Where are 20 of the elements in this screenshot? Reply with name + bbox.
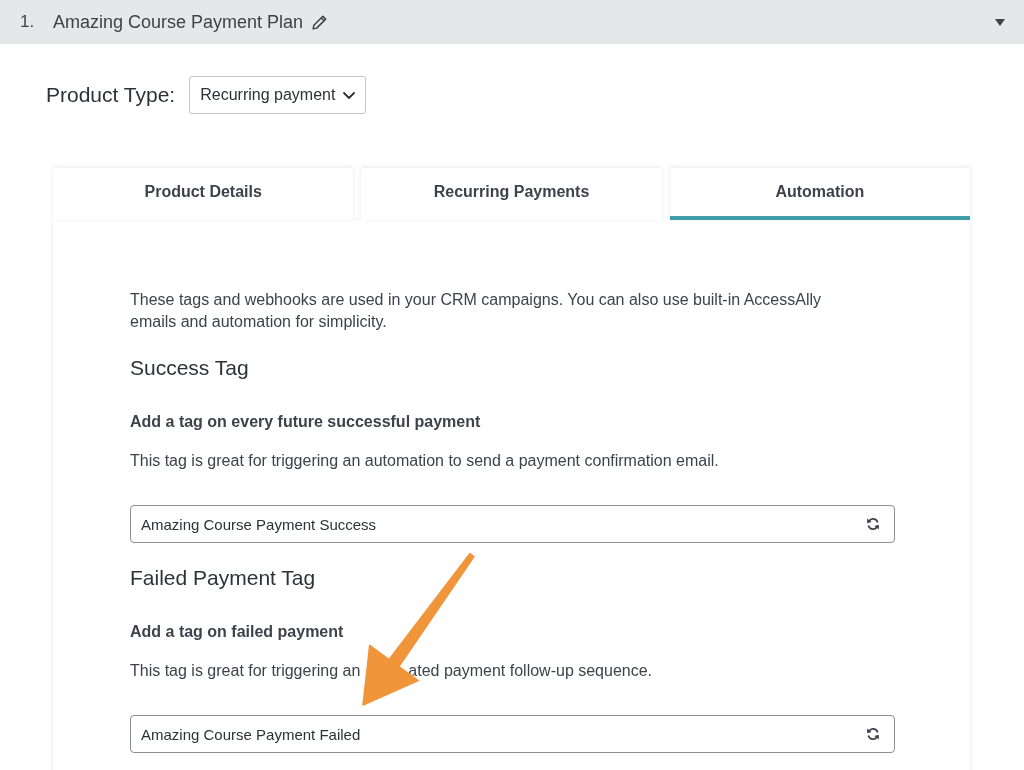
description-text: This tag is great for triggering an	[130, 661, 361, 681]
description-text: ated payment follow-up sequence.	[408, 661, 653, 681]
tab[interactable]: Automation	[669, 168, 970, 220]
caret-down-icon[interactable]	[995, 18, 1005, 26]
section-subheading: Add a tag on failed payment	[130, 622, 345, 642]
intro-text: These tags and webhooks are used in your CRM campaigns. You can also use built-in AccessAlly emails and automation for simplicity.	[130, 290, 823, 332]
section-heading: Success Tag	[130, 355, 250, 381]
section-subheading: Add a tag on every future successful payment	[130, 412, 482, 432]
product-type-dropdown[interactable]: Recurring payment	[189, 76, 367, 114]
description-text: This tag is great for triggering an automation to send a payment confirmation email.	[130, 451, 719, 471]
refresh-icon[interactable]	[866, 517, 880, 531]
section-title: Amazing Course Payment Plan	[53, 10, 304, 34]
pencil-icon[interactable]	[312, 14, 328, 30]
product-type-label: Product Type:	[46, 82, 176, 109]
refresh-icon[interactable]	[866, 727, 880, 741]
section-number: 1.	[20, 11, 36, 34]
tag-input-field[interactable]: Amazing Course Payment Failed	[130, 715, 895, 753]
section-heading: Failed Payment Tag	[130, 565, 317, 591]
tag-input-field[interactable]: Amazing Course Payment Success	[130, 505, 895, 543]
chevron-down-icon	[343, 91, 356, 99]
